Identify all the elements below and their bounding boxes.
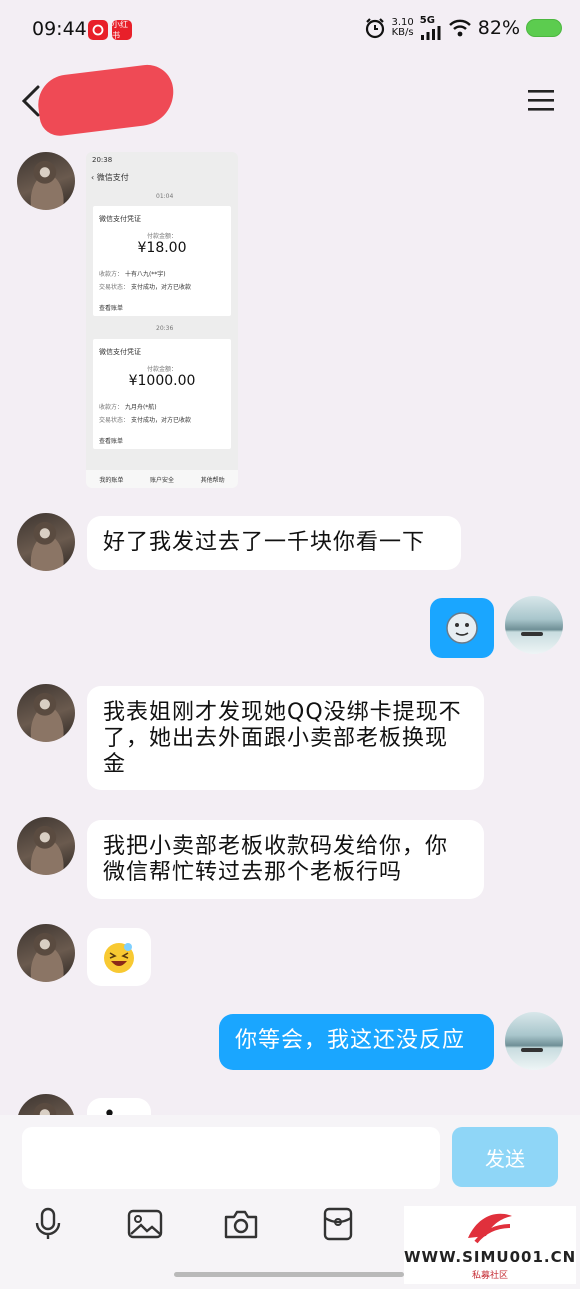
view-bill-1: 查看账单	[99, 305, 124, 312]
amount-label-2: 付款金额：	[146, 366, 177, 373]
amount-2: ¥1000.00	[128, 373, 196, 389]
payee-label-2: 收款方：	[99, 404, 124, 411]
payment-screenshot-image[interactable]: 20:38 ‹ 微信支付 01:04 微信支付凭证 付款金额： ¥18.00 收…	[86, 152, 238, 488]
signal-icon	[420, 26, 441, 40]
shot-menu-item: 其他帮助	[200, 476, 225, 484]
shot-header: ‹ 微信支付	[91, 173, 129, 182]
wifi-icon	[448, 19, 471, 37]
card-title-2: 微信支付凭证	[99, 348, 141, 356]
send-button[interactable]: 发送	[452, 1127, 558, 1187]
status-label-1: 交易状态：	[99, 284, 130, 291]
shot-bottom-menu: 我的账单 账户安全 其他帮助	[86, 470, 238, 488]
network-type: 5G	[419, 15, 435, 26]
contact-avatar[interactable]	[17, 152, 75, 210]
view-bill-2: 查看账单	[99, 438, 124, 445]
status-1: 支付成功，对方已收款	[130, 284, 191, 291]
message-bubble[interactable]: 好了我发过去了一千块你看一下	[87, 516, 461, 570]
status-2: 支付成功，对方已收款	[130, 417, 191, 424]
contact-avatar[interactable]	[17, 513, 75, 571]
contact-avatar[interactable]	[17, 817, 75, 875]
alarm-icon	[365, 18, 384, 39]
amount-label-1: 付款金额：	[146, 233, 177, 240]
menu-icon[interactable]	[528, 88, 554, 112]
shot-card-1: 微信支付凭证 付款金额： ¥18.00 收款方： 十有八九(**宇) 交易状态：…	[93, 206, 231, 316]
shot-time-1: 01:04	[156, 193, 174, 200]
sticker-face-icon	[446, 612, 478, 644]
message-bubble[interactable]: 我表姐刚才发现她QQ没绑卡提现不了，她出去外面跟小卖部老板换现金	[87, 686, 484, 790]
contact-avatar[interactable]	[17, 924, 75, 982]
contact-name-redacted	[34, 61, 178, 139]
laughing-emoji-icon	[104, 943, 134, 973]
shot-time-2: 20:36	[156, 325, 174, 332]
shot-menu-item: 账户安全	[149, 476, 174, 484]
card-title-1: 微信支付凭证	[99, 215, 141, 223]
cell-signal: 5G	[420, 16, 442, 40]
battery-percent: 82%	[477, 17, 520, 39]
shot-menu-item: 我的账单	[99, 476, 124, 484]
red-packet-icon[interactable]	[320, 1206, 356, 1242]
watermark-logo-icon	[468, 1213, 512, 1244]
status-time: 09:44	[32, 18, 87, 40]
payee-1: 十有八九(**宇)	[124, 271, 166, 278]
status-label-2: 交易状态：	[99, 417, 130, 424]
shot-title: 微信支付	[96, 173, 129, 182]
contact-avatar[interactable]	[17, 684, 75, 742]
battery-icon	[526, 19, 562, 37]
payee-2: 九月舟(*航)	[124, 404, 157, 411]
microphone-icon[interactable]	[30, 1206, 66, 1242]
watermark-text: WWW.SIMU001.CN	[404, 1248, 577, 1266]
my-avatar[interactable]	[505, 1012, 563, 1070]
netease-music-icon	[88, 20, 108, 40]
home-indicator[interactable]	[174, 1272, 404, 1277]
shot-time: 20:38	[92, 156, 113, 164]
net-speed: 3.10 KB/s	[392, 18, 414, 38]
sent-message-bubble[interactable]: 你等会，我这还没反应	[219, 1014, 494, 1070]
xiaohongshu-icon: 小红书	[112, 20, 132, 40]
message-bubble[interactable]: 我把小卖部老板收款码发给你，你微信帮忙转过去那个老板行吗	[87, 820, 484, 899]
my-avatar[interactable]	[505, 596, 563, 654]
net-speed-unit: KB/s	[391, 27, 414, 38]
image-icon[interactable]	[127, 1206, 163, 1242]
payee-label-1: 收款方：	[99, 271, 124, 278]
camera-icon[interactable]	[223, 1206, 259, 1242]
sent-sticker-bubble[interactable]	[430, 598, 494, 658]
emoji-bubble[interactable]	[87, 928, 151, 986]
shot-card-2: 微信支付凭证 付款金额： ¥1000.00 收款方： 九月舟(*航) 交易状态：…	[93, 339, 231, 449]
amount-1: ¥18.00	[137, 240, 187, 256]
message-input[interactable]	[22, 1127, 440, 1189]
watermark-subtext: 私募社区	[471, 1271, 508, 1281]
status-indicators: 3.10 KB/s 5G 82%	[364, 16, 562, 40]
